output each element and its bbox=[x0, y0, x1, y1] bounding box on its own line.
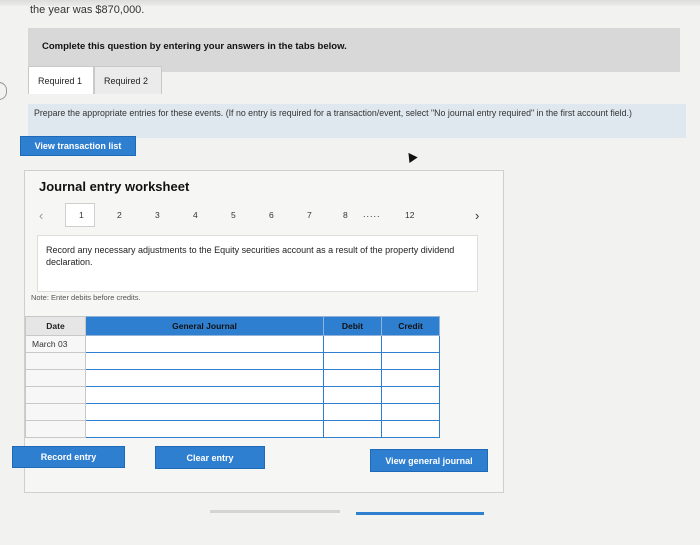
column-header-date: Date bbox=[25, 316, 86, 336]
column-header-general-journal: General Journal bbox=[85, 316, 324, 336]
debit-input[interactable] bbox=[323, 386, 382, 404]
pager-page-8[interactable]: 8 bbox=[343, 210, 348, 220]
date-cell: March 03 bbox=[25, 335, 86, 353]
transaction-description: Record any necessary adjustments to the … bbox=[37, 235, 478, 292]
credit-input[interactable] bbox=[381, 420, 440, 438]
tab-required-2[interactable]: Required 2 bbox=[94, 66, 162, 94]
account-input[interactable] bbox=[85, 386, 324, 404]
journal-table: Date General Journal Debit Credit March … bbox=[25, 316, 440, 438]
worksheet-pager: ‹ 1 2 3 4 5 6 7 8 ..... 12 › bbox=[25, 203, 505, 227]
credit-input[interactable] bbox=[381, 335, 440, 353]
table-row bbox=[25, 369, 440, 387]
debit-credit-note: Note: Enter debits before credits. bbox=[31, 293, 141, 302]
view-transaction-list-button[interactable]: View transaction list bbox=[20, 136, 136, 156]
pager-prev-icon[interactable]: ‹ bbox=[39, 208, 43, 223]
table-row bbox=[25, 386, 440, 404]
pager-next-icon[interactable]: › bbox=[475, 208, 479, 223]
pager-page-6[interactable]: 6 bbox=[269, 210, 274, 220]
account-input[interactable] bbox=[85, 335, 324, 353]
clear-entry-button[interactable]: Clear entry bbox=[155, 446, 265, 469]
account-input[interactable] bbox=[85, 352, 324, 370]
question-context-text: the year was $870,000. bbox=[30, 4, 145, 16]
date-cell bbox=[25, 352, 86, 370]
journal-entry-worksheet: Journal entry worksheet ‹ 1 2 3 4 5 6 7 … bbox=[24, 170, 504, 493]
account-input[interactable] bbox=[85, 403, 324, 421]
bottom-progress-line bbox=[356, 512, 484, 515]
pager-page-4[interactable]: 4 bbox=[193, 210, 198, 220]
debit-input[interactable] bbox=[323, 369, 382, 387]
view-general-journal-button[interactable]: View general journal bbox=[370, 449, 488, 472]
pager-page-12[interactable]: 12 bbox=[405, 210, 414, 220]
date-cell bbox=[25, 386, 86, 404]
record-entry-button[interactable]: Record entry bbox=[12, 446, 125, 468]
column-header-debit: Debit bbox=[323, 316, 382, 336]
column-header-credit: Credit bbox=[381, 316, 440, 336]
pager-ellipsis: ..... bbox=[363, 209, 381, 219]
debit-input[interactable] bbox=[323, 335, 382, 353]
tab-required-1[interactable]: Required 1 bbox=[28, 66, 94, 94]
table-row bbox=[25, 420, 440, 438]
worksheet-title: Journal entry worksheet bbox=[39, 179, 190, 194]
date-cell bbox=[25, 420, 86, 438]
pager-page-2[interactable]: 2 bbox=[117, 210, 122, 220]
account-input[interactable] bbox=[85, 420, 324, 438]
prepare-instructions: Prepare the appropriate entries for thes… bbox=[28, 104, 686, 138]
credit-input[interactable] bbox=[381, 403, 440, 421]
pager-page-1[interactable]: 1 bbox=[79, 210, 84, 220]
table-row bbox=[25, 403, 440, 421]
debit-input[interactable] bbox=[323, 420, 382, 438]
pager-page-3[interactable]: 3 bbox=[155, 210, 160, 220]
pager-page-5[interactable]: 5 bbox=[231, 210, 236, 220]
table-row: March 03 bbox=[25, 335, 440, 353]
journal-table-header: Date General Journal Debit Credit bbox=[25, 316, 440, 336]
date-cell bbox=[25, 369, 86, 387]
credit-input[interactable] bbox=[381, 386, 440, 404]
credit-input[interactable] bbox=[381, 369, 440, 387]
side-bracket bbox=[0, 82, 7, 100]
mouse-cursor-icon bbox=[404, 149, 418, 164]
credit-input[interactable] bbox=[381, 352, 440, 370]
debit-input[interactable] bbox=[323, 352, 382, 370]
pager-page-7[interactable]: 7 bbox=[307, 210, 312, 220]
date-cell bbox=[25, 403, 86, 421]
table-row bbox=[25, 352, 440, 370]
bottom-divider bbox=[210, 510, 340, 513]
debit-input[interactable] bbox=[323, 403, 382, 421]
account-input[interactable] bbox=[85, 369, 324, 387]
